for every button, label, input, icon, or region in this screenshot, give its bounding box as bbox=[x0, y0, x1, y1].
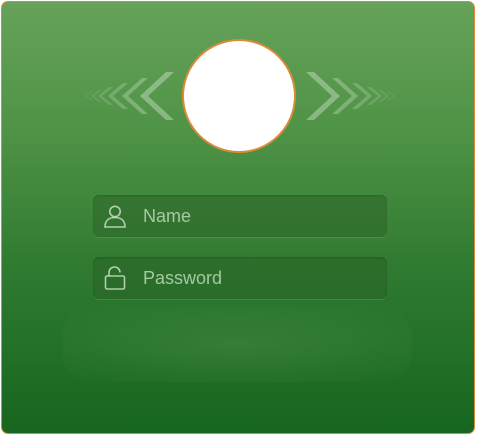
name-input[interactable] bbox=[143, 195, 379, 237]
avatar[interactable] bbox=[182, 39, 296, 153]
unlock-icon bbox=[104, 266, 126, 290]
chevrons-right-icon bbox=[306, 72, 395, 120]
chevrons-left-icon bbox=[85, 72, 174, 120]
login-panel bbox=[1, 1, 475, 434]
name-field[interactable] bbox=[93, 195, 387, 237]
user-icon bbox=[104, 205, 126, 228]
password-field[interactable] bbox=[93, 257, 387, 299]
blurred-area bbox=[62, 307, 412, 382]
password-input[interactable] bbox=[143, 257, 379, 299]
